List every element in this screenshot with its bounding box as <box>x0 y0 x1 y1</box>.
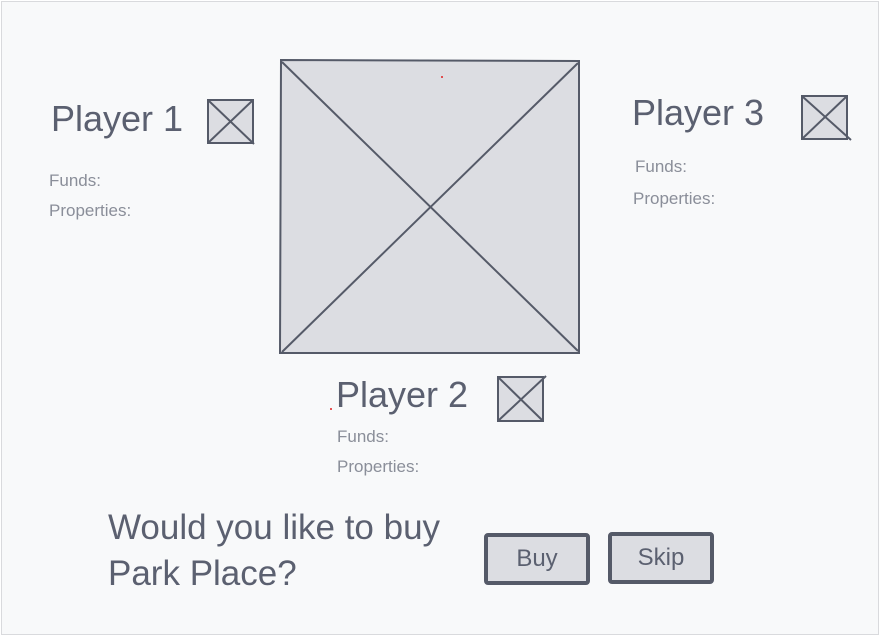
player-2-funds-label: Funds: <box>337 427 389 446</box>
board-image-placeholder <box>279 59 581 355</box>
purchase-prompt: Would you like to buy Park Place? <box>108 505 468 597</box>
buy-button[interactable]: Buy <box>484 533 590 585</box>
image-placeholder-icon <box>801 95 852 141</box>
sketch-mark <box>441 76 443 78</box>
skip-button[interactable]: Skip <box>608 532 714 584</box>
purchase-prompt-line-2: Park Place? <box>108 554 297 593</box>
player-3-avatar <box>801 95 853 141</box>
sketch-mark <box>330 408 332 410</box>
image-placeholder-icon <box>279 59 580 354</box>
image-placeholder-icon <box>497 375 547 422</box>
player-1-avatar <box>207 99 255 145</box>
player-2-name: Player 2 <box>336 374 469 415</box>
player-3-properties-label: Properties: <box>633 189 716 208</box>
player-2-avatar <box>496 375 548 423</box>
player-3-funds-label: Funds: <box>635 157 687 176</box>
player-3-name: Player 3 <box>632 92 765 133</box>
image-placeholder-icon <box>207 99 255 145</box>
player-2-properties-label: Properties: <box>337 457 420 476</box>
player-1-funds-label: Funds: <box>49 171 101 190</box>
purchase-prompt-line-1: Would you like to buy <box>108 508 441 547</box>
player-1-properties-label: Properties: <box>49 201 132 220</box>
player-1-name: Player 1 <box>51 98 184 139</box>
